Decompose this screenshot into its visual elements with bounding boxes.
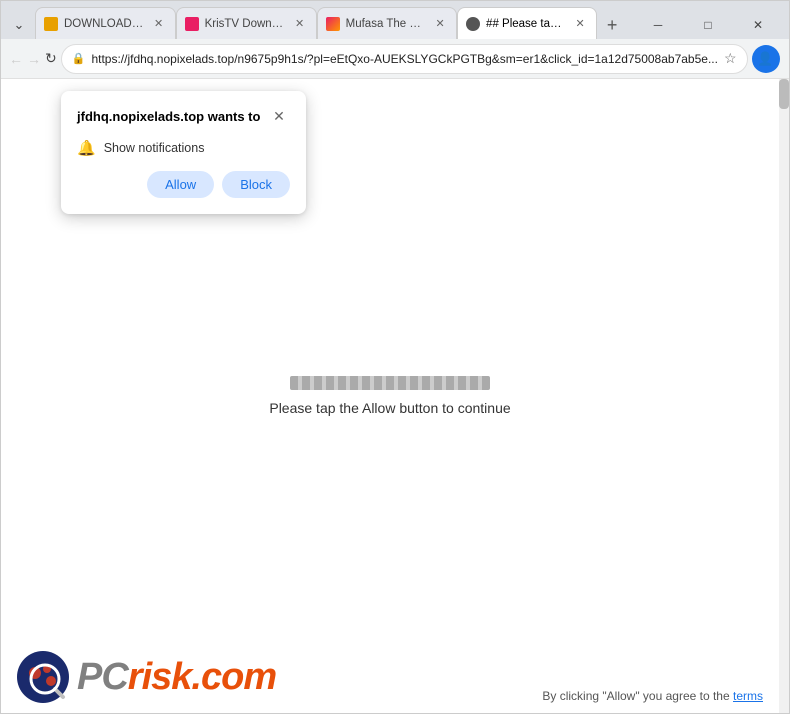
tab-title-2: KrisTV Download Pa... xyxy=(205,18,286,30)
menu-button[interactable]: ⋮ xyxy=(782,45,790,73)
window-controls: ─ □ ✕ xyxy=(627,11,789,39)
com-text: .com xyxy=(191,656,276,698)
allow-button[interactable]: Allow xyxy=(147,171,214,198)
url-text: https://jfdhq.nopixelads.top/n9675p9h1s/… xyxy=(91,52,718,66)
browser-tab-2[interactable]: KrisTV Download Pa... ✕ xyxy=(176,7,317,39)
terms-link[interactable]: terms xyxy=(733,689,763,703)
popup-close-button[interactable]: ✕ xyxy=(268,105,290,127)
logo-area: PCrisk.com xyxy=(17,651,276,703)
tab-menu-button[interactable]: ⌄ xyxy=(5,11,33,39)
popup-buttons: Allow Block xyxy=(77,171,290,198)
popup-title: jfdhq.nopixelads.top wants to xyxy=(77,109,260,124)
pc-text: PC xyxy=(77,656,128,698)
tab-close-4[interactable]: ✕ xyxy=(572,16,588,32)
tab-close-2[interactable]: ✕ xyxy=(292,16,308,32)
address-bar-right: 👤 ⋮ xyxy=(752,45,790,73)
tab-bar: ⌄ DOWNLOAD: Mufas... ✕ KrisTV Download P… xyxy=(1,1,789,39)
tab-title-4: ## Please tap the All... xyxy=(486,18,566,30)
bottom-terms: By clicking "Allow" you agree to the ter… xyxy=(542,689,763,703)
notification-popup: jfdhq.nopixelads.top wants to ✕ 🔔 Show n… xyxy=(61,91,306,214)
tab-favicon-1 xyxy=(44,17,58,31)
loading-bar-container xyxy=(290,376,490,390)
content-area: jfdhq.nopixelads.top wants to ✕ 🔔 Show n… xyxy=(1,79,789,713)
bottom-area: PCrisk.com By clicking "Allow" you agree… xyxy=(1,623,779,713)
tab-close-3[interactable]: ✕ xyxy=(432,16,448,32)
risk-text: risk xyxy=(128,656,192,698)
tab-favicon-3 xyxy=(326,17,340,31)
tab-bar-left: ⌄ xyxy=(1,11,35,39)
tab-favicon-4 xyxy=(466,17,480,31)
new-tab-button[interactable]: + xyxy=(601,11,623,39)
profile-icon-button[interactable]: 👤 xyxy=(752,45,780,73)
pcrisk-text: PCrisk.com xyxy=(77,658,276,696)
loading-bar xyxy=(290,376,490,390)
page-instruction: Please tap the Allow button to continue xyxy=(269,400,510,416)
pcrisk-logo-icon xyxy=(17,651,69,703)
back-button[interactable]: ← xyxy=(9,45,23,73)
popup-wants-to: wants to xyxy=(204,109,260,124)
forward-button[interactable]: → xyxy=(27,45,41,73)
popup-header: jfdhq.nopixelads.top wants to ✕ xyxy=(77,105,290,127)
tab-title-1: DOWNLOAD: Mufas... xyxy=(64,18,145,30)
browser-tab-4[interactable]: ## Please tap the All... ✕ xyxy=(457,7,597,39)
popup-notification-text: Show notifications xyxy=(104,141,205,155)
scrollbar-track xyxy=(779,79,789,713)
popup-domain: jfdhq.nopixelads.top xyxy=(77,109,204,124)
tab-close-1[interactable]: ✕ xyxy=(151,16,167,32)
browser-tab-3[interactable]: Mufasa The Lion Kin... ✕ xyxy=(317,7,457,39)
reload-button[interactable]: ↻ xyxy=(45,45,57,73)
minimize-button[interactable]: ─ xyxy=(635,11,681,39)
bell-icon: 🔔 xyxy=(77,139,96,157)
close-button[interactable]: ✕ xyxy=(735,11,781,39)
terms-prefix-text: By clicking "Allow" you agree to the xyxy=(542,689,733,703)
block-button[interactable]: Block xyxy=(222,171,290,198)
tabs-container: DOWNLOAD: Mufas... ✕ KrisTV Download Pa.… xyxy=(35,7,627,39)
popup-notification-row: 🔔 Show notifications xyxy=(77,139,290,157)
browser-tab-1[interactable]: DOWNLOAD: Mufas... ✕ xyxy=(35,7,176,39)
maximize-button[interactable]: □ xyxy=(685,11,731,39)
url-box[interactable]: 🔒 https://jfdhq.nopixelads.top/n9675p9h1… xyxy=(61,44,748,74)
lock-icon: 🔒 xyxy=(72,52,86,65)
browser-frame: ⌄ DOWNLOAD: Mufas... ✕ KrisTV Download P… xyxy=(0,0,790,714)
address-bar: ← → ↻ 🔒 https://jfdhq.nopixelads.top/n96… xyxy=(1,39,789,79)
bookmark-icon[interactable]: ☆ xyxy=(724,50,737,67)
scrollbar-thumb[interactable] xyxy=(779,79,789,109)
tab-title-3: Mufasa The Lion Kin... xyxy=(346,18,426,30)
tab-favicon-2 xyxy=(185,17,199,31)
